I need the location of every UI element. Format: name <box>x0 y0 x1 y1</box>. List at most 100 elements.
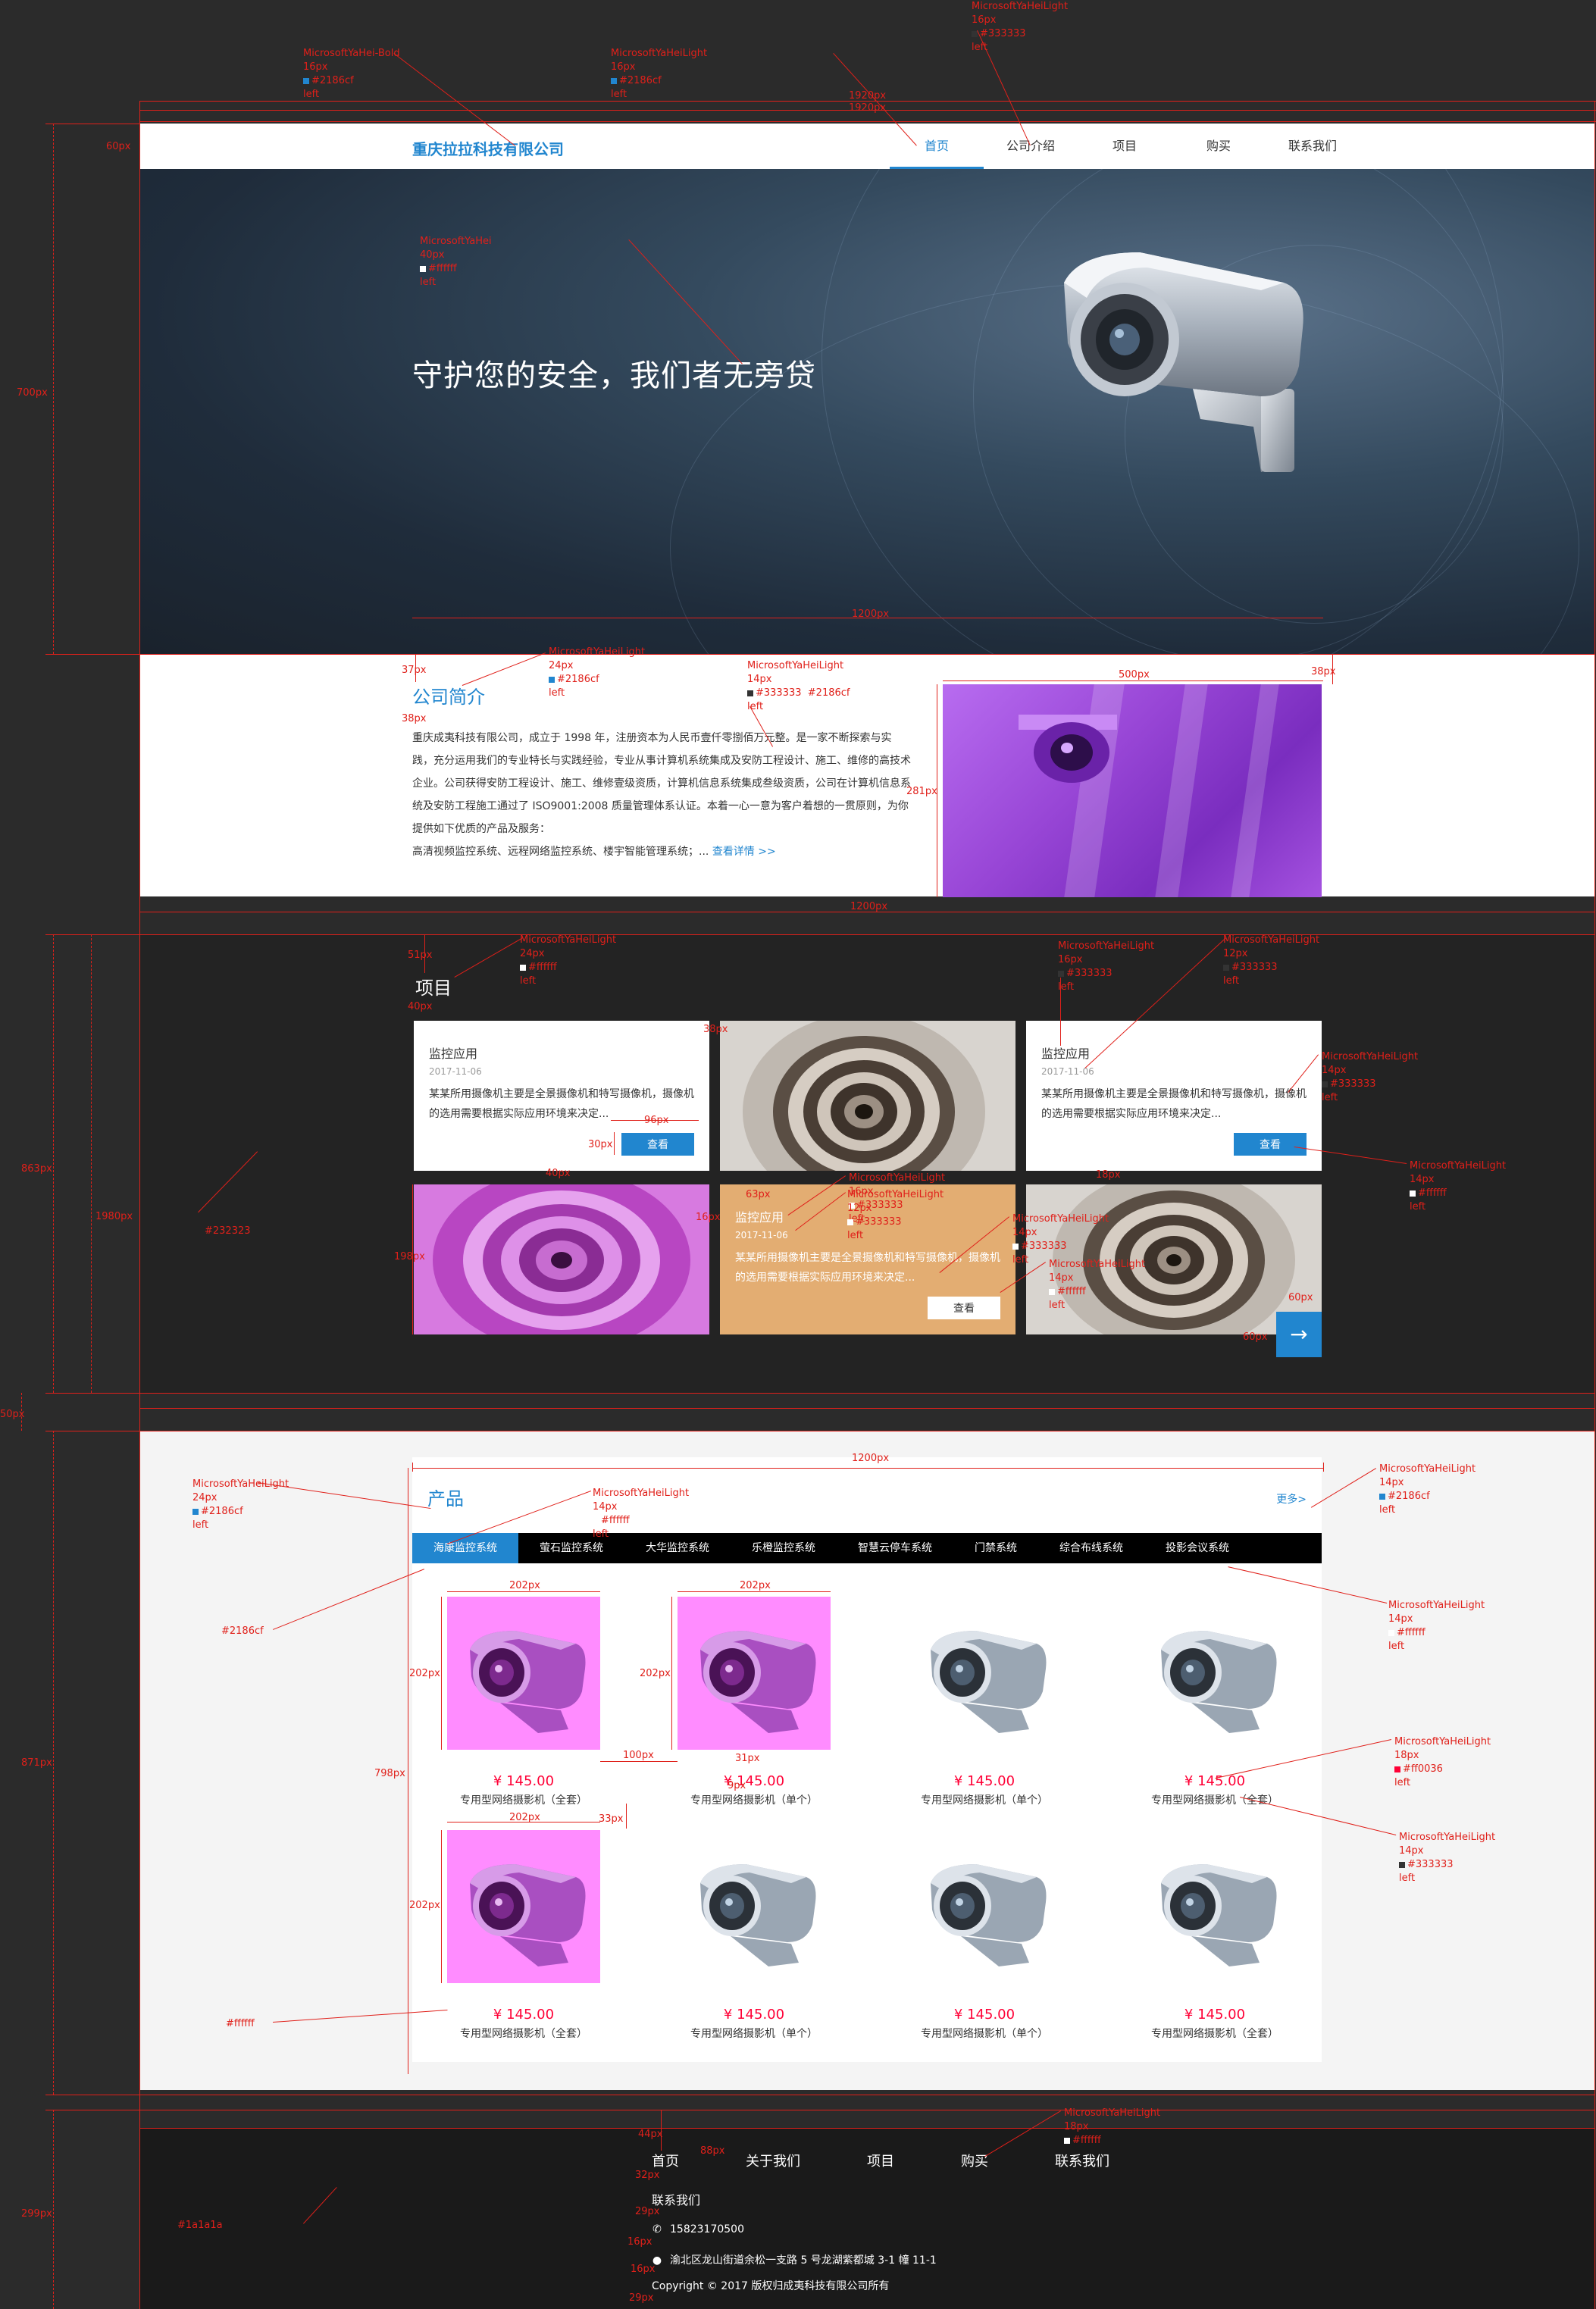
tab-imou[interactable]: 乐橙监控系统 <box>731 1533 837 1563</box>
spec-dimension-label: 1200px <box>852 609 890 620</box>
tab-parking[interactable]: 智慧云停车系统 <box>837 1533 953 1563</box>
spec-line: left <box>1388 1641 1405 1652</box>
spec-font-label: MicrosoftYaHeiLight 24px #2186cf left <box>192 1478 289 1532</box>
nav-contact[interactable]: 联系我们 <box>1266 124 1360 169</box>
color-swatch <box>1379 1493 1385 1500</box>
product-price: ¥ 145.00 <box>1184 2007 1246 2023</box>
spec-line: #ffffff <box>1410 1187 1506 1200</box>
product-item[interactable]: ¥ 145.00 专用型网络摄影机（单个） <box>908 1597 1061 1807</box>
view-button[interactable]: 查看 <box>621 1133 694 1156</box>
spec-dimension-label: 202px <box>640 1668 671 1679</box>
spec-dimension-label: #2186cf <box>221 1625 264 1637</box>
spec-line: left <box>1049 1300 1066 1311</box>
company-intro-section: 公司简介 重庆成夷科技有限公司，成立于 1998 年，注册资本为人民币壹仟零捌佰… <box>139 654 1594 897</box>
spec-line: MicrosoftYaHeiLight <box>1379 1463 1476 1475</box>
tab-projection[interactable]: 投影会议系统 <box>1144 1533 1250 1563</box>
spec-line: MicrosoftYaHeiLight <box>847 1189 944 1200</box>
footer-nav: 首页 关于我们 项目 购买 联系我们 <box>652 2151 1176 2170</box>
spec-mark <box>53 124 54 654</box>
spec-line: #333333 #2186cf <box>747 687 850 700</box>
color-swatch <box>192 1508 199 1515</box>
product-image[interactable] <box>1138 1830 1291 1983</box>
spec-dimension-label: 29px <box>629 2292 654 2304</box>
view-button[interactable]: 查看 <box>928 1297 1000 1319</box>
spec-mark <box>139 934 1594 935</box>
spec-mark <box>91 934 92 1393</box>
spec-line: left <box>303 89 320 100</box>
product-image[interactable] <box>678 1830 831 1983</box>
product-item[interactable]: ¥ 145.00 专用型网络摄影机（单个） <box>678 1830 831 2041</box>
project-card[interactable]: 监控应用 2017-11-06 某某所用摄像机主要是全景摄像机和特写摄像机，摄像… <box>1026 1021 1322 1171</box>
product-name[interactable]: 专用型网络摄影机（全套） <box>1138 1792 1291 1807</box>
product-image[interactable] <box>447 1830 600 1983</box>
color-swatch <box>611 77 617 84</box>
nav-buy[interactable]: 购买 <box>1172 124 1266 169</box>
project-card[interactable]: 监控应用 2017-11-06 某某所用摄像机主要是全景摄像机和特写摄像机，摄像… <box>414 1021 709 1171</box>
spec-font-label: MicrosoftYaHeiLight 14px #ffffff left <box>1049 1258 1145 1313</box>
spec-line: MicrosoftYaHeiLight <box>1410 1160 1507 1172</box>
product-name[interactable]: 专用型网络摄影机（全套） <box>447 2026 600 2041</box>
spec-dimension-label: 29px <box>635 2206 660 2217</box>
products-title: 产品 <box>427 1488 464 1510</box>
product-image[interactable] <box>1138 1597 1291 1750</box>
spec-line: MicrosoftYaHeiLight <box>549 646 646 658</box>
product-name[interactable]: 专用型网络摄影机（全套） <box>447 1792 600 1807</box>
spec-mark <box>626 1804 627 1829</box>
product-item[interactable]: ¥ 145.00 专用型网络摄影机（全套） <box>1138 1830 1291 2041</box>
nav-about[interactable]: 公司介绍 <box>984 124 1078 169</box>
intro-more-link[interactable]: 查看详情 >> <box>712 846 776 858</box>
color-swatch <box>1388 1629 1394 1636</box>
footer-nav-contact[interactable]: 联系我们 <box>1055 2151 1109 2170</box>
project-card-title: 监控应用 <box>735 1210 784 1225</box>
product-name[interactable]: 专用型网络摄影机（单个） <box>678 2026 831 2041</box>
nav-projects[interactable]: 项目 <box>1078 124 1172 169</box>
product-item[interactable]: ¥ 145.00 专用型网络摄影机（单个） <box>678 1597 831 1807</box>
products-more-link[interactable]: 更多> <box>1276 1491 1307 1506</box>
tab-access[interactable]: 门禁系统 <box>953 1533 1038 1563</box>
spec-dimension-label: 863px <box>21 1163 52 1175</box>
project-image-card[interactable] <box>720 1021 1015 1171</box>
spec-line: #333333 <box>1399 1858 1495 1872</box>
product-image[interactable] <box>908 1830 1061 1983</box>
product-price: ¥ 145.00 <box>723 2007 785 2023</box>
product-name[interactable]: 专用型网络摄影机（单个） <box>908 1792 1061 1807</box>
footer-nav-buy[interactable]: 购买 <box>961 2151 988 2170</box>
spec-dimension-label: #232323 <box>205 1225 251 1237</box>
spec-dimension-label: 202px <box>509 1580 540 1591</box>
color-swatch <box>1058 970 1064 977</box>
tab-cabling[interactable]: 综合布线系统 <box>1038 1533 1144 1563</box>
spec-line: #ffffff <box>520 961 616 975</box>
spec-dimension-label: 100px <box>623 1750 654 1761</box>
spec-line: MicrosoftYaHeiLight <box>1388 1600 1485 1611</box>
intro-services-text: 高清视频监控系统、远程网络监控系统、楼宇智能管理系统；... <box>412 846 709 858</box>
spec-line: #333333 <box>972 27 1068 41</box>
spec-dimension-label: 51px <box>408 950 433 961</box>
footer-nav-about[interactable]: 关于我们 <box>746 2151 800 2170</box>
spec-font-label: MicrosoftYaHeiLight 16px #333333 left <box>1058 940 1154 994</box>
company-logo[interactable]: 重庆拉拉科技有限公司 <box>412 137 564 159</box>
spec-line: MicrosoftYaHeiLight <box>972 1 1069 12</box>
view-button[interactable]: 查看 <box>1234 1133 1307 1156</box>
product-image[interactable] <box>678 1597 831 1750</box>
product-name[interactable]: 专用型网络摄影机（全套） <box>1138 2026 1291 2041</box>
spec-dimension-label: 1200px <box>850 901 888 912</box>
product-item[interactable]: ¥ 145.00 专用型网络摄影机（全套） <box>447 1597 600 1807</box>
spec-line: left <box>593 1528 609 1540</box>
color-swatch <box>1064 2137 1070 2144</box>
spec-line: MicrosoftYaHei-Bold <box>303 48 400 59</box>
spec-line: MicrosoftYaHeiLight <box>1223 934 1320 946</box>
next-arrow-button[interactable]: → <box>1276 1312 1322 1357</box>
product-image[interactable] <box>908 1597 1061 1750</box>
footer-nav-home[interactable]: 首页 <box>652 2151 679 2170</box>
footer-nav-projects[interactable]: 项目 <box>867 2151 894 2170</box>
spec-line: 14px <box>1322 1065 1347 1076</box>
product-item[interactable]: ¥ 145.00 专用型网络摄影机（单个） <box>908 1830 1061 2041</box>
spec-dimension-label: 40px <box>546 1168 571 1179</box>
project-image-card[interactable] <box>414 1184 709 1334</box>
product-image[interactable] <box>447 1597 600 1750</box>
product-name[interactable]: 专用型网络摄影机（单个） <box>908 2026 1061 2041</box>
spec-font-label: MicrosoftYaHeiLight 24px #2186cf left <box>549 646 645 700</box>
product-name[interactable]: 专用型网络摄影机（单个） <box>678 1792 831 1807</box>
product-item[interactable]: ¥ 145.00 专用型网络摄影机（全套） <box>447 1830 600 2041</box>
product-item[interactable]: ¥ 145.00 专用型网络摄影机（全套） <box>1138 1597 1291 1807</box>
